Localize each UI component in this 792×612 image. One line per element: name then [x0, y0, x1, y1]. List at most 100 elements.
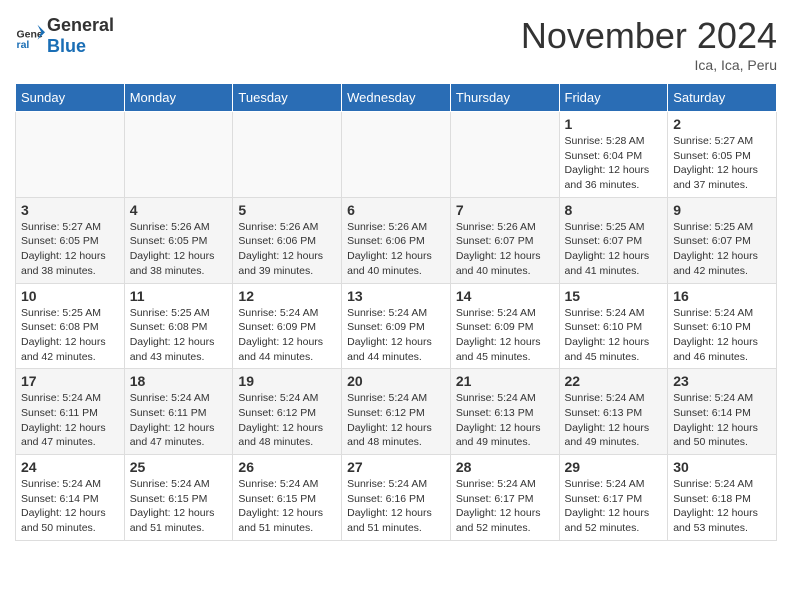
day-info: Sunrise: 5:24 AM Sunset: 6:09 PM Dayligh… [347, 306, 445, 365]
calendar-cell: 18 Sunrise: 5:24 AM Sunset: 6:11 PM Dayli… [124, 369, 233, 455]
calendar-week-2: 3 Sunrise: 5:27 AM Sunset: 6:05 PM Daylig… [16, 197, 777, 283]
calendar-cell: 7 Sunrise: 5:26 AM Sunset: 6:07 PM Daylig… [450, 197, 559, 283]
day-info: Sunrise: 5:25 AM Sunset: 6:07 PM Dayligh… [565, 220, 663, 279]
day-info: Sunrise: 5:28 AM Sunset: 6:04 PM Dayligh… [565, 134, 663, 193]
calendar-cell: 16Sunrise: 5:24 AM Sunset: 6:10 PM Dayli… [668, 283, 777, 369]
calendar-cell: 13 Sunrise: 5:24 AM Sunset: 6:09 PM Dayli… [342, 283, 451, 369]
calendar-cell: 11Sunrise: 5:25 AM Sunset: 6:08 PM Dayli… [124, 283, 233, 369]
calendar-cell: 6 Sunrise: 5:26 AM Sunset: 6:06 PM Daylig… [342, 197, 451, 283]
calendar-cell: 24 Sunrise: 5:24 AM Sunset: 6:14 PM Dayli… [16, 455, 125, 541]
title-block: November 2024 Ica, Ica, Peru [521, 15, 777, 73]
calendar-cell: 19 Sunrise: 5:24 AM Sunset: 6:12 PM Dayli… [233, 369, 342, 455]
calendar-week-1: 1 Sunrise: 5:28 AM Sunset: 6:04 PM Daylig… [16, 112, 777, 198]
calendar-cell [233, 112, 342, 198]
day-info: Sunrise: 5:24 AM Sunset: 6:14 PM Dayligh… [673, 391, 771, 450]
calendar-cell: 1 Sunrise: 5:28 AM Sunset: 6:04 PM Daylig… [559, 112, 668, 198]
day-info: Sunrise: 5:24 AM Sunset: 6:16 PM Dayligh… [347, 477, 445, 536]
calendar-cell: 22 Sunrise: 5:24 AM Sunset: 6:13 PM Dayli… [559, 369, 668, 455]
day-info: Sunrise: 5:26 AM Sunset: 6:06 PM Dayligh… [238, 220, 336, 279]
weekday-header-friday: Friday [559, 84, 668, 112]
day-number: 25 [130, 459, 228, 475]
logo: Gene ral General Blue [15, 15, 114, 57]
weekday-header-monday: Monday [124, 84, 233, 112]
calendar-cell: 10Sunrise: 5:25 AM Sunset: 6:08 PM Dayli… [16, 283, 125, 369]
day-number: 14 [456, 288, 554, 304]
day-info: Sunrise: 5:24 AM Sunset: 6:17 PM Dayligh… [456, 477, 554, 536]
day-info: Sunrise: 5:27 AM Sunset: 6:05 PM Dayligh… [21, 220, 119, 279]
day-info: Sunrise: 5:24 AM Sunset: 6:13 PM Dayligh… [456, 391, 554, 450]
day-info: Sunrise: 5:24 AM Sunset: 6:10 PM Dayligh… [565, 306, 663, 365]
day-info: Sunrise: 5:24 AM Sunset: 6:14 PM Dayligh… [21, 477, 119, 536]
logo-text: General Blue [47, 15, 114, 57]
day-number: 2 [673, 116, 771, 132]
calendar-week-5: 24 Sunrise: 5:24 AM Sunset: 6:14 PM Dayli… [16, 455, 777, 541]
day-info: Sunrise: 5:24 AM Sunset: 6:13 PM Dayligh… [565, 391, 663, 450]
calendar-cell: 21 Sunrise: 5:24 AM Sunset: 6:13 PM Dayli… [450, 369, 559, 455]
day-number: 6 [347, 202, 445, 218]
weekday-header-row: SundayMondayTuesdayWednesdayThursdayFrid… [16, 84, 777, 112]
svg-text:ral: ral [17, 39, 30, 51]
location: Ica, Ica, Peru [521, 57, 777, 73]
day-number: 15 [565, 288, 663, 304]
calendar-cell: 9 Sunrise: 5:25 AM Sunset: 6:07 PM Daylig… [668, 197, 777, 283]
day-number: 24 [21, 459, 119, 475]
day-number: 3 [21, 202, 119, 218]
day-number: 19 [238, 373, 336, 389]
day-info: Sunrise: 5:24 AM Sunset: 6:18 PM Dayligh… [673, 477, 771, 536]
day-info: Sunrise: 5:24 AM Sunset: 6:15 PM Dayligh… [238, 477, 336, 536]
day-number: 18 [130, 373, 228, 389]
weekday-header-tuesday: Tuesday [233, 84, 342, 112]
day-info: Sunrise: 5:24 AM Sunset: 6:12 PM Dayligh… [238, 391, 336, 450]
day-number: 23 [673, 373, 771, 389]
day-number: 20 [347, 373, 445, 389]
calendar-cell [342, 112, 451, 198]
calendar-cell: 14Sunrise: 5:24 AM Sunset: 6:09 PM Dayli… [450, 283, 559, 369]
calendar-cell: 20 Sunrise: 5:24 AM Sunset: 6:12 PM Dayli… [342, 369, 451, 455]
month-title: November 2024 [521, 15, 777, 57]
day-number: 4 [130, 202, 228, 218]
page-header: Gene ral General Blue November 2024 Ica,… [15, 15, 777, 73]
weekday-header-saturday: Saturday [668, 84, 777, 112]
day-number: 22 [565, 373, 663, 389]
calendar-cell [124, 112, 233, 198]
day-number: 7 [456, 202, 554, 218]
calendar-cell: 2 Sunrise: 5:27 AM Sunset: 6:05 PM Daylig… [668, 112, 777, 198]
day-number: 17 [21, 373, 119, 389]
calendar-cell [450, 112, 559, 198]
day-info: Sunrise: 5:24 AM Sunset: 6:17 PM Dayligh… [565, 477, 663, 536]
calendar-cell: 28Sunrise: 5:24 AM Sunset: 6:17 PM Dayli… [450, 455, 559, 541]
day-info: Sunrise: 5:26 AM Sunset: 6:06 PM Dayligh… [347, 220, 445, 279]
day-number: 5 [238, 202, 336, 218]
logo-blue: Blue [47, 36, 114, 57]
calendar-table: SundayMondayTuesdayWednesdayThursdayFrid… [15, 83, 777, 541]
calendar-cell: 25Sunrise: 5:24 AM Sunset: 6:15 PM Dayli… [124, 455, 233, 541]
logo-icon: Gene ral [15, 21, 45, 51]
calendar-cell: 26 Sunrise: 5:24 AM Sunset: 6:15 PM Dayli… [233, 455, 342, 541]
day-number: 13 [347, 288, 445, 304]
day-info: Sunrise: 5:24 AM Sunset: 6:12 PM Dayligh… [347, 391, 445, 450]
day-number: 27 [347, 459, 445, 475]
day-number: 11 [130, 288, 228, 304]
calendar-cell: 8Sunrise: 5:25 AM Sunset: 6:07 PM Daylig… [559, 197, 668, 283]
day-info: Sunrise: 5:26 AM Sunset: 6:07 PM Dayligh… [456, 220, 554, 279]
day-number: 9 [673, 202, 771, 218]
calendar-week-3: 10Sunrise: 5:25 AM Sunset: 6:08 PM Dayli… [16, 283, 777, 369]
calendar-cell: 4 Sunrise: 5:26 AM Sunset: 6:05 PM Daylig… [124, 197, 233, 283]
day-number: 26 [238, 459, 336, 475]
calendar-cell: 17 Sunrise: 5:24 AM Sunset: 6:11 PM Dayli… [16, 369, 125, 455]
day-number: 10 [21, 288, 119, 304]
day-info: Sunrise: 5:26 AM Sunset: 6:05 PM Dayligh… [130, 220, 228, 279]
weekday-header-sunday: Sunday [16, 84, 125, 112]
day-info: Sunrise: 5:24 AM Sunset: 6:11 PM Dayligh… [130, 391, 228, 450]
calendar-cell: 30Sunrise: 5:24 AM Sunset: 6:18 PM Dayli… [668, 455, 777, 541]
calendar-cell: 12Sunrise: 5:24 AM Sunset: 6:09 PM Dayli… [233, 283, 342, 369]
calendar-cell: 15 Sunrise: 5:24 AM Sunset: 6:10 PM Dayli… [559, 283, 668, 369]
day-number: 1 [565, 116, 663, 132]
logo-general: General [47, 15, 114, 36]
day-info: Sunrise: 5:24 AM Sunset: 6:11 PM Dayligh… [21, 391, 119, 450]
day-info: Sunrise: 5:25 AM Sunset: 6:07 PM Dayligh… [673, 220, 771, 279]
calendar-cell: 23 Sunrise: 5:24 AM Sunset: 6:14 PM Dayli… [668, 369, 777, 455]
day-info: Sunrise: 5:27 AM Sunset: 6:05 PM Dayligh… [673, 134, 771, 193]
day-number: 21 [456, 373, 554, 389]
calendar-week-4: 17 Sunrise: 5:24 AM Sunset: 6:11 PM Dayli… [16, 369, 777, 455]
